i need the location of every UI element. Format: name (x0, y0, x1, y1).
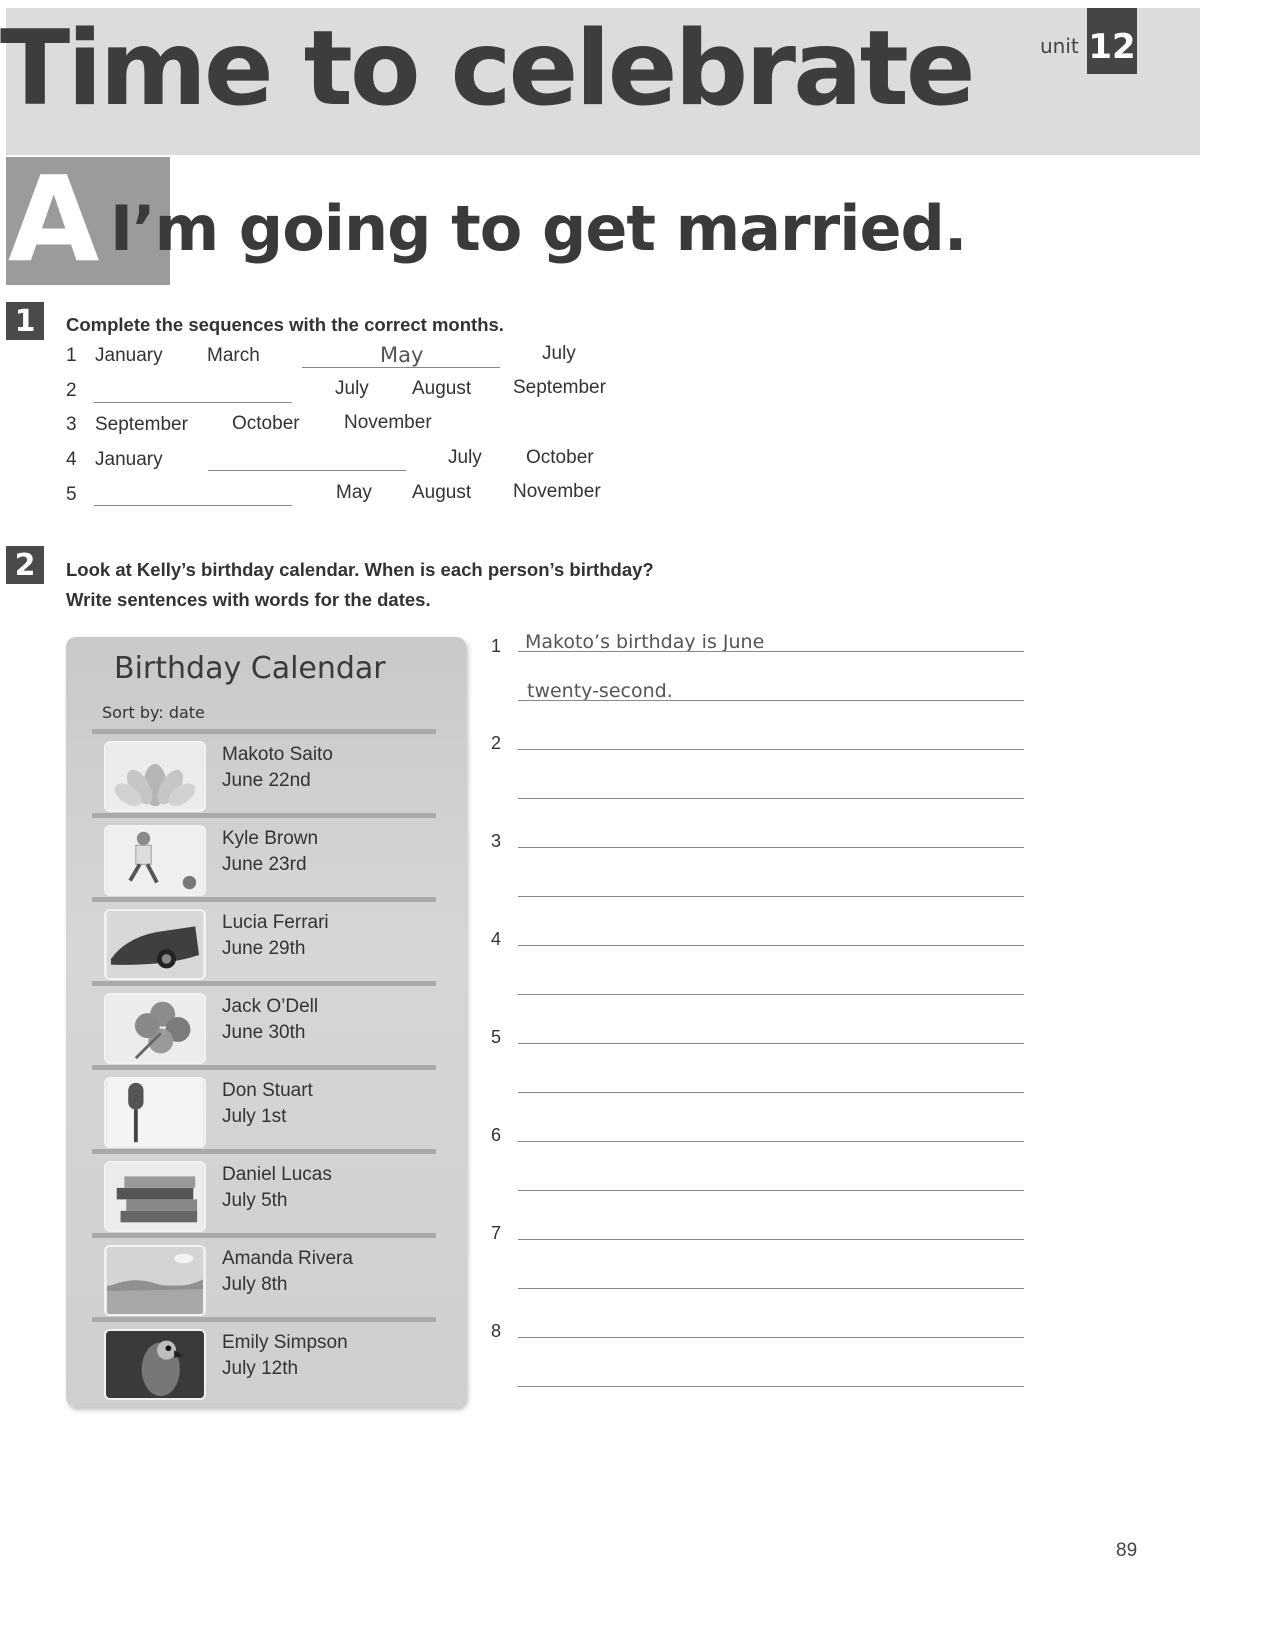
sort-label: Sort by: date (102, 703, 205, 722)
answer-line[interactable] (518, 944, 1024, 946)
instruction-line-2: Write sentences with words for the dates… (66, 589, 431, 610)
answer-line[interactable] (518, 650, 1024, 652)
entry-date: June 22nd (222, 770, 311, 791)
instruction-line-1: Look at Kelly’s birthday calendar. When … (66, 559, 654, 580)
answer-number: 7 (491, 1223, 502, 1243)
entry-name: Jack O’Dell (222, 996, 319, 1017)
calendar-entry: Daniel Lucas July 5th (92, 1149, 436, 1234)
answer-line[interactable] (518, 1287, 1024, 1289)
calendar-title: Birthday Calendar (114, 651, 386, 686)
row-number: 4 (66, 449, 77, 470)
row-number: 5 (66, 484, 77, 505)
answer-line[interactable] (518, 699, 1024, 701)
answer-line[interactable] (518, 1238, 1024, 1240)
answer-number: 8 (491, 1321, 502, 1341)
entry-date: July 5th (222, 1190, 288, 1211)
entry-name: Daniel Lucas (222, 1164, 332, 1185)
landscape-icon (104, 1245, 206, 1316)
exercise-1-number: 1 (6, 302, 44, 340)
answer-blank[interactable] (208, 448, 406, 471)
calendar-entry: Amanda Rivera July 8th (92, 1233, 436, 1318)
entry-date: June 23rd (222, 854, 307, 875)
entry-name: Don Stuart (222, 1080, 313, 1101)
unit-title: Time to celebrate (0, 9, 976, 129)
entry-name: Kyle Brown (222, 828, 319, 849)
answer-line[interactable] (518, 993, 1024, 995)
car-icon (104, 909, 206, 980)
answer-line[interactable] (518, 1336, 1024, 1338)
entry-date: July 12th (222, 1358, 299, 1379)
birthday-calendar: Birthday Calendar Sort by: date Makoto S… (66, 637, 466, 1407)
parrot-icon (104, 1329, 206, 1400)
answer-line[interactable] (518, 1042, 1024, 1044)
month: August (412, 482, 472, 503)
entry-date: June 30th (222, 1022, 306, 1043)
month: September (95, 414, 188, 435)
entry-name: Amanda Rivera (222, 1248, 353, 1269)
answer-line[interactable] (518, 1091, 1024, 1093)
month: July (542, 343, 576, 364)
month: March (207, 345, 260, 366)
month: September (513, 377, 606, 398)
month: January (95, 449, 163, 470)
month: November (344, 412, 432, 433)
soccer-player-icon (104, 825, 206, 896)
answer-number: 3 (491, 831, 502, 851)
answer-line[interactable] (518, 1189, 1024, 1191)
calendar-entry: Makoto Saito June 22nd (92, 729, 436, 814)
month: October (526, 447, 594, 468)
microphone-icon (104, 1077, 206, 1148)
unit-number-badge: 12 (1087, 8, 1137, 74)
answer-number: 2 (491, 733, 502, 753)
row-number: 2 (66, 380, 77, 401)
calendar-entry: Don Stuart July 1st (92, 1065, 436, 1150)
entry-name: Makoto Saito (222, 744, 333, 765)
unit-label: unit (1040, 34, 1079, 58)
exercise-2-number: 2 (6, 546, 44, 584)
month: July (335, 378, 369, 399)
answer-line[interactable] (518, 1385, 1024, 1387)
month: October (232, 413, 300, 434)
answer-blank[interactable] (94, 483, 292, 506)
lesson-letter: A (8, 150, 100, 288)
month: August (412, 378, 472, 399)
clover-icon (104, 993, 206, 1064)
entry-date: July 1st (222, 1106, 287, 1127)
lotus-icon (104, 741, 206, 812)
answer-line[interactable] (518, 748, 1024, 750)
row-number: 1 (66, 345, 77, 366)
books-icon (104, 1161, 206, 1232)
exercise-2-instruction: Look at Kelly’s birthday calendar. When … (66, 555, 654, 615)
answer-line[interactable] (518, 797, 1024, 799)
month: November (513, 481, 601, 502)
entry-date: June 29th (222, 938, 306, 959)
calendar-entry: Kyle Brown June 23rd (92, 813, 436, 898)
page-number: 89 (1116, 1540, 1138, 1561)
answer-line[interactable] (518, 846, 1024, 848)
answer-line[interactable] (518, 895, 1024, 897)
calendar-entry: Lucia Ferrari June 29th (92, 897, 436, 982)
entry-name: Emily Simpson (222, 1332, 348, 1353)
entry-date: July 8th (222, 1274, 288, 1295)
answer-number: 6 (491, 1125, 502, 1145)
row-number: 3 (66, 414, 77, 435)
month: May (336, 482, 372, 503)
entry-name: Lucia Ferrari (222, 912, 329, 933)
answer-blank[interactable] (94, 380, 292, 403)
answer-line[interactable] (518, 1140, 1024, 1142)
lesson-title: I’m going to get married. (110, 192, 967, 265)
answer-number: 4 (491, 929, 502, 949)
month: January (95, 345, 163, 366)
exercise-1-instruction: Complete the sequences with the correct … (66, 314, 504, 335)
answer-number: 1 (491, 636, 502, 656)
answer-number: 5 (491, 1027, 502, 1047)
calendar-entry: Jack O’Dell June 30th (92, 981, 436, 1066)
calendar-entry: Emily Simpson July 12th (92, 1317, 436, 1402)
month: July (448, 447, 482, 468)
handwritten-answer: May (380, 343, 424, 367)
